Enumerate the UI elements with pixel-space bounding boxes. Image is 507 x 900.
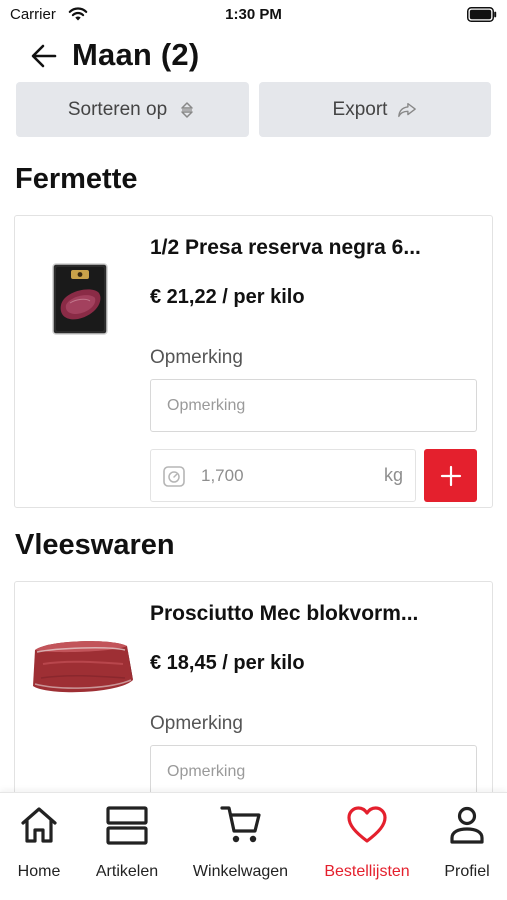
product-name[interactable]: 1/2 Presa reserva negra 6... [150,236,421,260]
export-button[interactable]: Export [259,82,491,137]
sort-button-label: Sorteren op [67,98,168,120]
tab-label: Bestellijsten [324,863,410,880]
tab-label: Winkelwagen [192,863,289,880]
product-card: 1/2 Presa reserva negra 6... € 21,22 / p… [14,215,493,508]
grid-icon [106,806,148,845]
tab-bestellijsten[interactable]: Bestellijsten [318,803,416,881]
back-arrow-icon[interactable] [30,43,58,69]
quantity-unit: kg [383,465,403,485]
status-bar: Carrier 1:30 PM [0,0,507,30]
home-icon [21,807,57,843]
product-image[interactable] [52,263,108,335]
tab-label: Home [17,863,61,880]
tab-winkelwagen[interactable]: Winkelwagen [188,803,293,881]
section-title-vleeswaren: Vleeswaren [15,529,175,561]
remark-input[interactable] [150,379,477,432]
product-image[interactable] [27,634,137,700]
status-time: 1:30 PM [225,6,282,23]
tab-artikelen[interactable]: Artikelen [92,803,162,881]
heart-icon [347,806,387,843]
remark-label: Opmerking [150,347,243,368]
tab-home[interactable]: Home [15,803,63,881]
remark-label: Opmerking [150,713,243,734]
tab-profiel[interactable]: Profiel [441,803,493,881]
quantity-field[interactable]: 1,700 kg [150,449,416,502]
user-icon [450,806,484,844]
scale-icon [163,466,185,487]
battery-icon [467,7,497,22]
tab-label: Profiel [444,863,490,880]
sort-button[interactable]: Sorteren op [16,82,249,137]
product-name[interactable]: Prosciutto Mec blokvorm... [150,602,418,626]
product-price: € 18,45 / per kilo [150,652,305,674]
share-arrow-icon [398,102,417,117]
product-card: Prosciutto Mec blokvorm... € 18,45 / per… [14,581,493,811]
header: Maan (2) [0,35,507,79]
product-price: € 21,22 / per kilo [150,286,305,308]
remark-input[interactable] [150,745,477,798]
page-title: Maan (2) [72,37,200,72]
export-button-label: Export [332,98,388,120]
tab-bar: Home Artikelen Winkelwagen Bestellijsten… [0,792,507,900]
tab-label: Artikelen [95,863,159,880]
sort-icon [181,101,193,118]
section-title-fermette: Fermette [15,163,138,195]
cart-icon [219,806,261,843]
add-to-cart-button[interactable] [424,449,477,502]
plus-icon [440,465,461,486]
quantity-value: 1,700 [201,466,244,485]
